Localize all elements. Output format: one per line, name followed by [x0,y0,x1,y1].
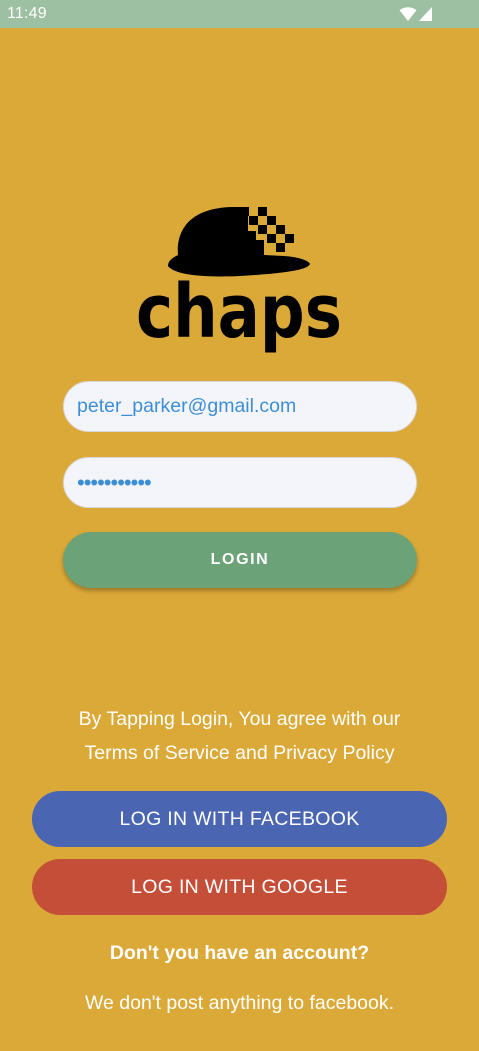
facebook-login-button[interactable]: LOG IN WITH FACEBOOK [32,791,447,847]
wifi-icon [399,7,417,21]
email-input[interactable] [75,394,416,419]
google-login-button[interactable]: LOG IN WITH GOOGLE [32,859,447,915]
email-field[interactable] [63,381,417,432]
password-input[interactable] [75,468,416,497]
status-time: 11:49 [7,5,47,22]
facebook-login-label: LOG IN WITH FACEBOOK [119,807,360,830]
terms-line-1: By Tapping Login, You agree with our [78,708,401,730]
status-bar: 11:49 [0,0,479,28]
bowler-hat-icon [168,207,310,277]
signup-link[interactable]: Don't you have an account? [0,942,479,965]
password-field[interactable] [63,457,417,508]
status-icons [399,6,433,22]
terms-line-2[interactable]: Terms of Service and Privacy Policy [0,742,479,765]
login-button-label: LOGIN [210,551,270,568]
signal-icon [419,7,432,21]
facebook-note: We don't post anything to facebook. [84,992,395,1014]
login-button[interactable]: LOGIN [63,532,417,588]
chaps-logo: chaps [134,204,344,356]
chaps-wordmark: chaps [136,269,342,355]
google-login-label: LOG IN WITH GOOGLE [131,875,348,898]
